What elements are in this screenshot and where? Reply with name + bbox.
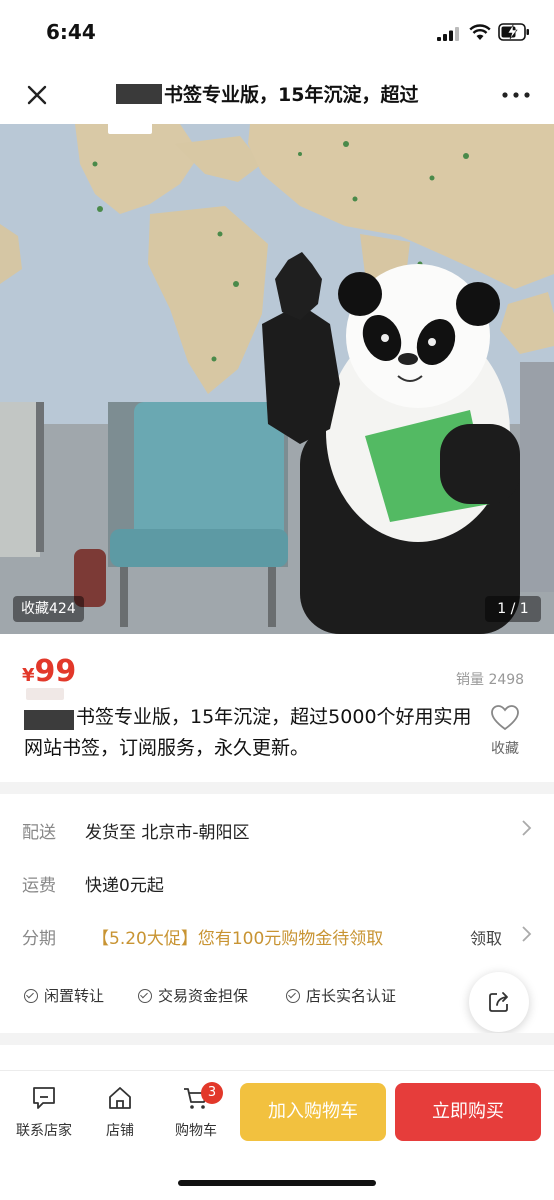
guarantee-item: 交易资金担保 bbox=[138, 985, 248, 1006]
chevron-right-icon[interactable] bbox=[520, 819, 532, 837]
product-title: 书签专业版，15年沉淀，超过5000个好用实用网站书签，订阅服务，永久更新。 bbox=[24, 706, 472, 759]
installment-label: 分期 bbox=[22, 929, 56, 949]
favorite-button[interactable]: 收藏 bbox=[482, 704, 528, 758]
close-icon[interactable] bbox=[22, 80, 52, 110]
currency-symbol: ¥ bbox=[22, 665, 35, 686]
sales-count: 销量 2498 bbox=[456, 672, 525, 688]
share-button[interactable] bbox=[469, 972, 529, 1032]
product-image[interactable] bbox=[0, 124, 554, 634]
page-title: 书签专业版，15年沉淀，超过 bbox=[116, 80, 446, 110]
image-page-indicator: 1 / 1 bbox=[485, 596, 541, 622]
add-to-cart-button[interactable]: 加入购物车 bbox=[240, 1083, 386, 1141]
status-time: 6:44 bbox=[46, 20, 96, 44]
home-icon bbox=[109, 1087, 131, 1109]
check-circle-icon bbox=[138, 988, 152, 1003]
wifi-icon bbox=[469, 24, 491, 40]
delivery-value[interactable]: 发货至 北京市-朝阳区 bbox=[85, 818, 250, 843]
delivery-label: 配送 bbox=[22, 823, 56, 843]
contact-seller-button[interactable]: 联系店家 bbox=[12, 1084, 76, 1140]
favorite-label: 收藏 bbox=[491, 741, 519, 757]
claim-button[interactable]: 领取 bbox=[470, 925, 502, 949]
favorites-count-badge: 收藏424 bbox=[13, 596, 84, 622]
more-options-icon[interactable] bbox=[494, 84, 538, 106]
home-indicator bbox=[178, 1180, 376, 1186]
price: ¥99 bbox=[22, 654, 76, 689]
chat-icon bbox=[33, 1087, 55, 1109]
cart-count-badge: 3 bbox=[201, 1082, 223, 1104]
section-divider bbox=[0, 1033, 554, 1045]
buy-now-button[interactable]: 立即购买 bbox=[395, 1083, 541, 1141]
shop-button[interactable]: 店铺 bbox=[98, 1084, 142, 1140]
share-icon bbox=[489, 992, 508, 1012]
check-circle-icon bbox=[24, 988, 38, 1003]
nav-bar: 书签专业版，15年沉淀，超过 bbox=[0, 66, 554, 122]
check-circle-icon bbox=[286, 988, 300, 1003]
shipping-label: 运费 bbox=[22, 876, 56, 896]
guarantee-item: 闲置转让 bbox=[24, 985, 104, 1006]
redaction-block bbox=[108, 112, 152, 134]
section-divider bbox=[0, 782, 554, 794]
shipping-value: 快递0元起 bbox=[85, 876, 164, 896]
guarantee-item: 店长实名认证 bbox=[286, 985, 396, 1006]
chevron-right-icon[interactable] bbox=[520, 925, 532, 943]
price-value: 99 bbox=[34, 654, 77, 689]
heart-icon bbox=[491, 705, 519, 731]
battery-charging-icon bbox=[498, 23, 529, 41]
cellular-signal-icon bbox=[437, 27, 459, 41]
redaction-block bbox=[116, 84, 162, 104]
installment-promo[interactable]: 【5.20大促】您有100元购物金待领取 bbox=[92, 924, 383, 949]
redaction-block bbox=[26, 688, 64, 700]
status-bar: 6:44 bbox=[0, 0, 554, 66]
